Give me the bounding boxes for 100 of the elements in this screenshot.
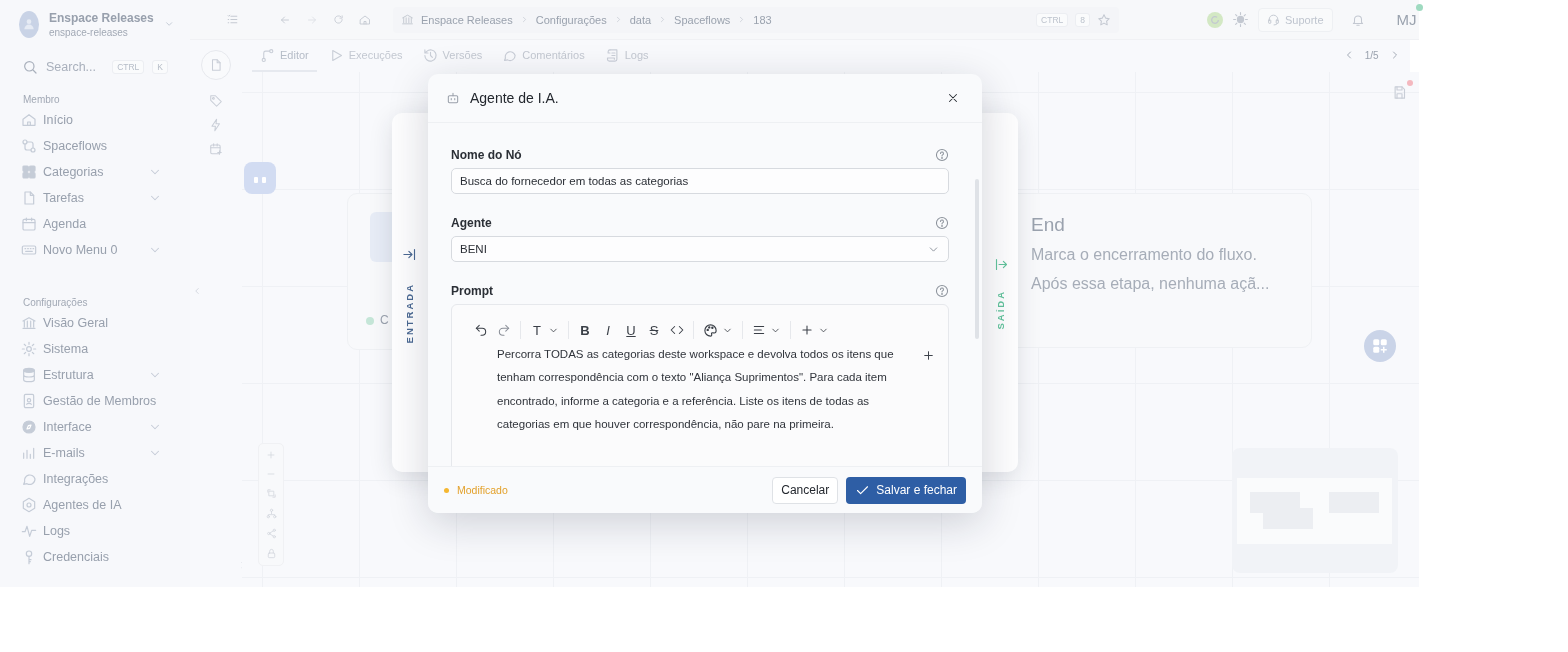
bot-icon[interactable]: [244, 162, 276, 194]
keyboard-key: CTRL: [1036, 12, 1069, 27]
sidebar-item[interactable]: Interface: [0, 414, 190, 440]
support-button[interactable]: Suporte: [1258, 7, 1333, 32]
bar-chart-icon: [21, 445, 37, 461]
share-icon[interactable]: [265, 528, 277, 539]
sidebar-item[interactable]: Estrutura: [0, 362, 190, 388]
bolt-icon[interactable]: [209, 118, 223, 132]
bank-icon: [21, 315, 37, 331]
user-avatar[interactable]: MJ: [1394, 7, 1419, 32]
format-button[interactable]: T: [530, 322, 544, 338]
input-arrow-icon: [402, 247, 417, 262]
close-icon[interactable]: [946, 91, 960, 105]
redo-icon[interactable]: [497, 323, 511, 337]
breadcrumb-link[interactable]: Spaceflows: [674, 13, 731, 26]
lock-icon[interactable]: [265, 548, 277, 559]
history-icon: [422, 47, 438, 63]
list-icon[interactable]: [226, 13, 239, 26]
align-icon[interactable]: [752, 323, 766, 337]
sidebar-item[interactable]: Tarefas: [0, 185, 190, 211]
input-field[interactable]: Busca do fornecedor em todas as categorias: [451, 168, 949, 194]
keyboard-key: K: [152, 60, 168, 74]
help-icon[interactable]: [935, 216, 949, 230]
breadcrumb-link[interactable]: Enspace Releases: [421, 13, 513, 26]
workspace-avatar: [19, 10, 39, 38]
status-dot: [366, 317, 374, 325]
output-arrow-icon: [994, 257, 1009, 272]
search-button[interactable]: Search... CTRL K: [22, 54, 168, 80]
bell-icon[interactable]: [1350, 12, 1365, 27]
text-editor[interactable]: [451, 304, 949, 466]
headset-icon: [1267, 13, 1280, 26]
prompt-text: Percorra TODAS as categorias deste workspace e devolva todos os itens que tenham correspondência com o texto "Aliança Suprimentos". Para cada item encontrado, informe a categoria e a referência. Liste os itens de todas as categorias em que houver correspondência, não pare na primeira.: [497, 347, 895, 433]
panel-label: SAÍDA: [995, 290, 1006, 330]
calendar-icon: [21, 216, 37, 232]
panel-label: ENTRADA: [404, 283, 415, 344]
field-label: Prompt: [451, 284, 493, 298]
home-icon[interactable]: [359, 13, 371, 26]
plus-icon[interactable]: [922, 349, 935, 362]
sidebar-item[interactable]: Gestão de Membros: [0, 388, 190, 414]
format-button[interactable]: I: [601, 322, 615, 338]
back-arrow-icon[interactable]: [279, 13, 291, 26]
keyboard-key: CTRL: [112, 60, 145, 74]
sidebar-item[interactable]: E-mails: [0, 440, 190, 466]
document-icon: [21, 190, 37, 206]
sidebar-item[interactable]: Categorias: [0, 159, 190, 185]
calendar-plus-icon[interactable]: [209, 142, 223, 156]
sidebar-item[interactable]: Agentes de IA: [0, 492, 190, 518]
pulse-icon: [21, 523, 37, 539]
undo-icon[interactable]: [474, 323, 488, 337]
breadcrumb-link[interactable]: 183: [753, 13, 772, 26]
cycle-icon: [21, 138, 37, 154]
sun-icon[interactable]: [1233, 12, 1248, 27]
sidebar-item[interactable]: Sistema: [0, 336, 190, 362]
page-indicator: 1/5: [1364, 49, 1379, 61]
section-title: Configurações: [23, 297, 89, 308]
sidebar-item[interactable]: Logs: [0, 518, 190, 544]
fit-icon[interactable]: [265, 488, 277, 499]
hierarchy-icon[interactable]: [265, 508, 277, 519]
node-title: End: [1031, 214, 1066, 236]
sync-icon[interactable]: [1207, 11, 1223, 28]
gear-icon: [21, 341, 37, 357]
dropdown[interactable]: BENI: [451, 236, 949, 262]
sidebar-item[interactable]: Novo Menu 0: [0, 237, 190, 263]
bot-icon: [446, 91, 460, 105]
breadcrumb-link[interactable]: Configurações: [535, 13, 607, 26]
tag-icon[interactable]: [209, 94, 223, 108]
workspace-name: Enspace Releases: [48, 10, 154, 25]
format-button[interactable]: B: [578, 322, 592, 338]
sidebar-item[interactable]: Agenda: [0, 211, 190, 237]
cancel-button[interactable]: Cancelar: [772, 476, 839, 504]
new-document-button[interactable]: [201, 50, 231, 80]
sidebar-item[interactable]: Visão Geral: [0, 310, 190, 336]
sidebar-item[interactable]: Spaceflows: [0, 133, 190, 159]
sidebar-item[interactable]: Integrações: [0, 466, 190, 492]
bank-icon: [401, 13, 414, 26]
scroll-icon: [604, 47, 620, 63]
hexagon-icon: [21, 497, 37, 513]
apps-button[interactable]: [1364, 330, 1396, 362]
sidebar-item[interactable]: Credenciais: [0, 544, 190, 570]
chevron-left-icon[interactable]: [192, 286, 202, 296]
reload-icon[interactable]: [333, 14, 344, 25]
format-button[interactable]: U: [624, 322, 638, 338]
star-icon[interactable]: [1097, 12, 1111, 27]
palette-icon[interactable]: [703, 322, 718, 338]
breadcrumb-link[interactable]: data: [629, 13, 652, 26]
search-icon: [22, 59, 38, 75]
node-label: C: [380, 313, 389, 327]
status-text: Modificado: [457, 484, 509, 496]
save-icon[interactable]: [1391, 85, 1407, 100]
field-label: Nome do Nó: [451, 148, 522, 162]
sidebar-item[interactable]: Início: [0, 107, 190, 133]
code-icon[interactable]: [670, 323, 684, 337]
help-icon[interactable]: [935, 284, 949, 298]
format-button[interactable]: S: [647, 322, 661, 338]
node-description: Após essa etapa, nenhuma açã...: [1031, 274, 1271, 294]
dialog-title: Agente de I.A.: [470, 90, 560, 106]
save-button[interactable]: Salvar e fechar: [846, 476, 966, 504]
branch-icon: [260, 47, 275, 63]
database-icon: [21, 367, 37, 383]
help-icon[interactable]: [935, 148, 949, 162]
